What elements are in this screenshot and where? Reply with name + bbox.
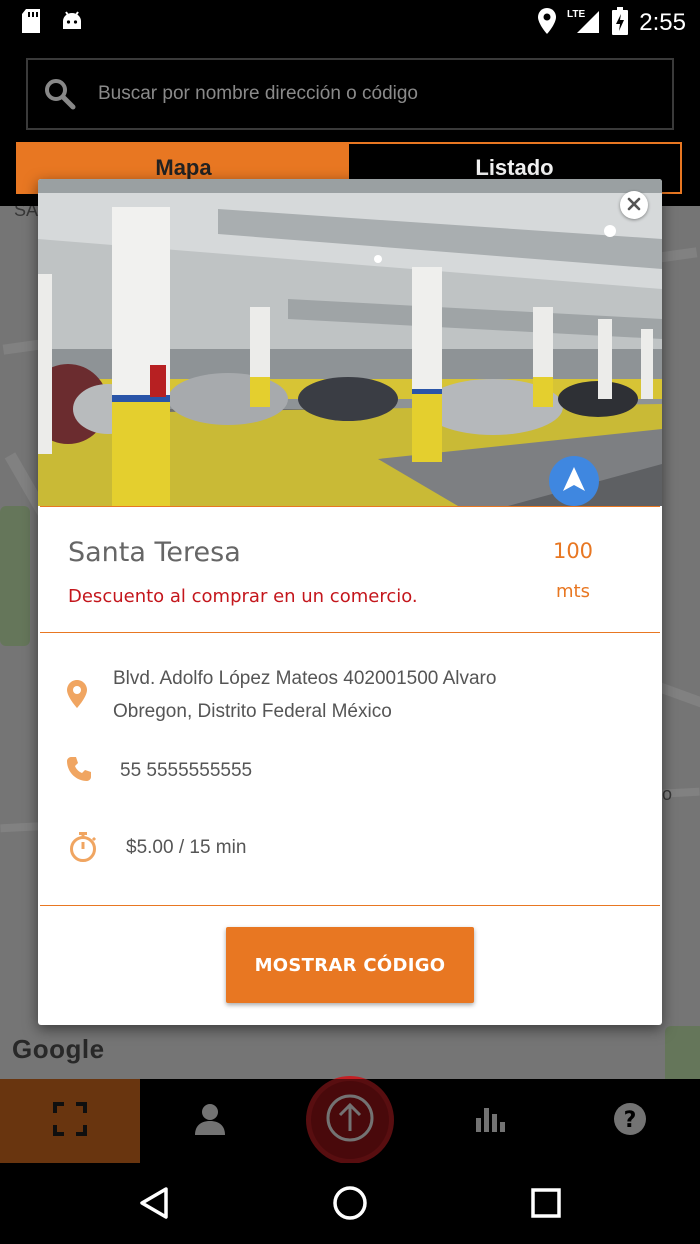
search-icon [42, 76, 78, 112]
close-button[interactable] [620, 191, 648, 219]
search-input[interactable]: Buscar por nombre dirección o código [26, 58, 674, 130]
distance-unit: mts [556, 581, 590, 602]
parking-photo [38, 179, 662, 506]
location-pin-icon [66, 679, 88, 713]
stopwatch-icon [68, 831, 98, 867]
status-bar: LTE 2:55 [0, 0, 700, 48]
nav-profile-button[interactable] [140, 1079, 280, 1163]
nav-scan-button[interactable] [0, 1079, 140, 1163]
back-button[interactable] [132, 1183, 176, 1227]
navigate-button[interactable] [549, 456, 599, 506]
android-icon [60, 9, 84, 37]
divider [40, 506, 660, 507]
battery-charging-icon [611, 6, 629, 40]
search-placeholder: Buscar por nombre dirección o código [98, 83, 419, 104]
nav-upload-button[interactable] [306, 1076, 394, 1164]
phone-icon [66, 756, 92, 786]
clock-time: 2:55 [639, 9, 686, 36]
divider [40, 905, 660, 906]
back-icon [139, 1186, 169, 1224]
help-icon: ? [613, 1102, 647, 1140]
scan-icon [53, 1102, 87, 1140]
rate-text: $5.00 / 15 min [126, 837, 247, 858]
phone-number[interactable]: 55 5555555555 [120, 754, 252, 787]
stats-icon [474, 1104, 506, 1138]
signal-icon: LTE [567, 7, 601, 39]
promo-text: Descuento al comprar en un comercio. [68, 586, 418, 607]
sd-card-icon [20, 8, 42, 38]
recents-icon [531, 1188, 561, 1222]
close-icon [627, 196, 641, 215]
divider [40, 632, 660, 633]
show-code-button[interactable]: MOSTRAR CÓDIGO [226, 927, 474, 1003]
user-icon [193, 1102, 227, 1140]
svg-text:LTE: LTE [567, 9, 585, 20]
recents-button[interactable] [524, 1183, 568, 1227]
svg-text:?: ? [624, 1108, 637, 1133]
location-icon [537, 7, 557, 39]
bottom-navigation: ? [0, 1076, 700, 1164]
nav-help-button[interactable]: ? [560, 1079, 700, 1163]
parking-detail-card: Santa Teresa Descuento al comprar en un … [38, 179, 662, 1025]
address-text: Blvd. Adolfo López Mateos 402001500 Alva… [113, 668, 497, 722]
upload-icon [325, 1093, 375, 1147]
distance-value: 100 [552, 539, 594, 563]
navigation-arrow-icon [562, 466, 586, 496]
nav-stats-button[interactable] [420, 1079, 560, 1163]
system-navigation-bar [0, 1163, 700, 1244]
app-screen: LTE 2:55 Buscar por nombre dirección o c… [0, 0, 700, 1244]
home-icon [332, 1185, 368, 1225]
parking-name: Santa Teresa [68, 537, 241, 568]
home-button[interactable] [328, 1183, 372, 1227]
